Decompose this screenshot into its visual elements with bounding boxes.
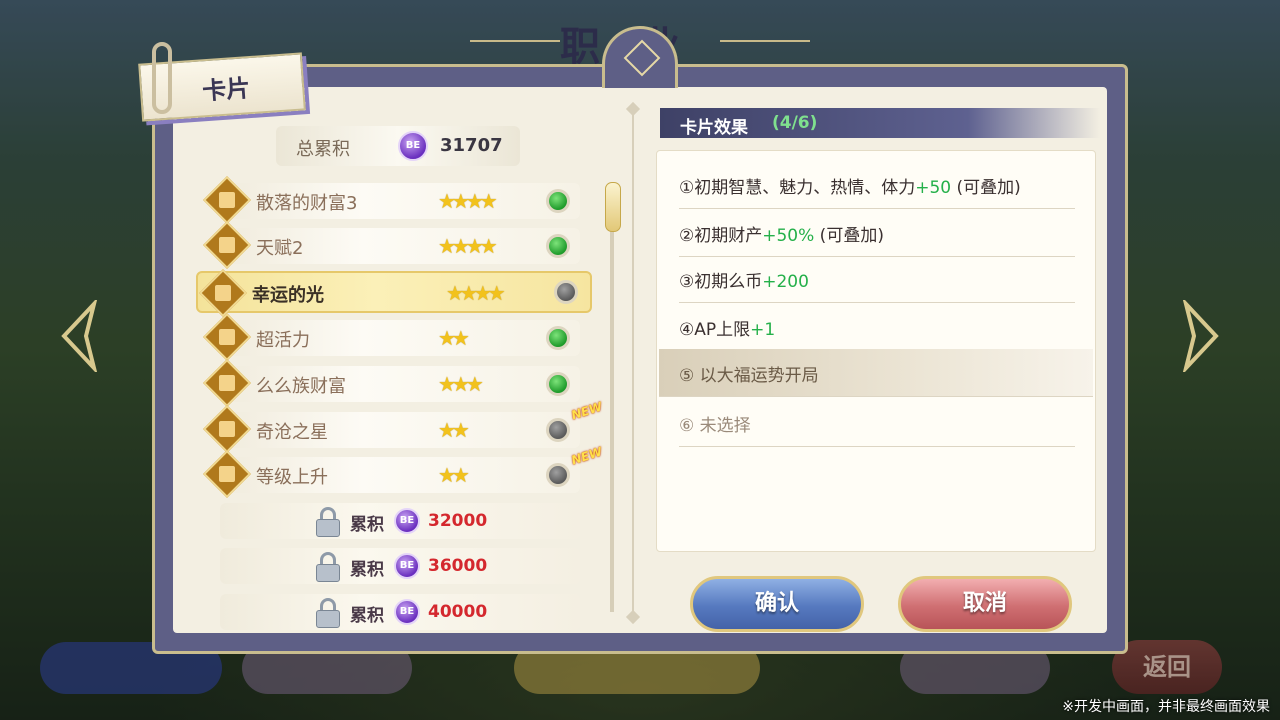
locked-label: 累积 [350,515,384,535]
effect-text: ③初期么币+200 [679,272,809,292]
card-name: 幸运的光 [252,285,324,306]
card-name: 等级上升 [256,467,328,488]
status-off-toggle[interactable] [546,463,570,487]
status-on-toggle[interactable] [546,234,570,258]
effect-text: ⑤ 以大福运势开局 [679,366,819,386]
card-row[interactable]: 奇沧之星 ★★ NEW [202,399,603,454]
scrollbar-thumb[interactable] [605,182,621,232]
locked-label: 累积 [350,606,384,626]
locked-label: 累积 [350,560,384,580]
be-coin-icon: BE [394,553,420,579]
locked-card-row: 累积 BE 36000 [220,548,580,584]
confirm-button[interactable]: 确认 [690,576,864,632]
lock-icon [314,507,342,537]
effects-header: 卡片效果 (4/6) [660,108,1100,138]
effect-text: ①初期智慧、魅力、热情、体力+50 (可叠加) [679,178,1021,198]
effect-item: ①初期智慧、魅力、热情、体力+50 (可叠加) [679,161,1075,209]
card-name: 么么族财富 [256,376,346,397]
card-stars: ★★★ [438,372,484,396]
effects-title: 卡片效果 [680,118,748,138]
locked-card-row: 累积 BE 32000 [220,503,580,539]
card-stars: ★★★★ [438,234,498,258]
arrow-left-icon[interactable] [58,300,98,372]
effect-item: ④AP上限+1 [679,303,1075,351]
card-row-selected[interactable]: 幸运的光 ★★★★ [196,268,592,318]
card-stars: ★★ [438,463,470,487]
status-off-toggle[interactable] [554,280,578,304]
effects-count: (4/6) [772,113,818,133]
card-row[interactable]: 超活力 ★★ [202,312,580,362]
card-stars: ★★★★ [446,281,506,305]
locked-value: 36000 [428,556,488,576]
status-on-toggle[interactable] [546,372,570,396]
cancel-button[interactable]: 取消 [898,576,1072,632]
be-coin-icon: BE [398,131,428,161]
card-row[interactable]: 散落的财富3 ★★★★ [202,175,580,225]
status-on-toggle[interactable] [546,326,570,350]
status-on-toggle[interactable] [546,189,570,213]
card-name: 超活力 [256,330,310,351]
effect-item-empty[interactable]: ⑥ 未选择 [679,399,1075,447]
scrollbar-track[interactable] [610,186,614,612]
card-name: 散落的财富3 [256,193,358,214]
total-label: 总累积 [296,139,350,160]
status-off-toggle[interactable] [546,418,570,442]
locked-value: 40000 [428,602,488,622]
lock-icon [314,552,342,582]
effect-text: ④AP上限+1 [679,320,776,340]
card-stars: ★★ [438,418,470,442]
tab-label: 卡片 [201,74,252,106]
effect-item: ③初期么币+200 [679,255,1075,303]
title-ornament-left [470,40,560,42]
be-coin-icon: BE [394,508,420,534]
title-ornament-right [720,40,810,42]
effect-text: ②初期财产+50% (可叠加) [679,226,884,246]
panel-divider [632,112,634,622]
disclaimer-text: ※开发中画面，并非最终画面效果 [1062,699,1270,715]
effect-text: ⑥ 未选择 [679,416,751,436]
locked-card-row: 累积 BE 40000 [220,594,580,630]
locked-value: 32000 [428,511,488,531]
effect-item-highlighted[interactable]: ⑤ 以大福运势开局 [659,349,1093,397]
arrow-right-icon[interactable] [1182,300,1222,372]
total-value: 31707 [440,135,503,156]
card-name: 奇沧之星 [256,422,328,443]
be-coin-icon: BE [394,599,420,625]
card-stars: ★★★★ [438,189,498,213]
card-rose-icon [198,268,248,318]
card-row[interactable]: 等级上升 ★★ NEW [202,444,603,499]
effect-item: ②初期财产+50% (可叠加) [679,209,1075,257]
lock-icon [314,598,342,628]
card-name: 天赋2 [256,238,304,259]
card-row[interactable]: 天赋2 ★★★★ [202,220,580,270]
card-stars: ★★ [438,326,470,350]
back-button[interactable]: 返回 [1112,640,1222,694]
total-accumulation: 总累积 BE 31707 [276,126,520,166]
effects-list: ①初期智慧、魅力、热情、体力+50 (可叠加) ②初期财产+50% (可叠加) … [656,150,1096,552]
paperclip-icon [152,42,172,114]
card-row[interactable]: 么么族财富 ★★★ [202,358,580,408]
